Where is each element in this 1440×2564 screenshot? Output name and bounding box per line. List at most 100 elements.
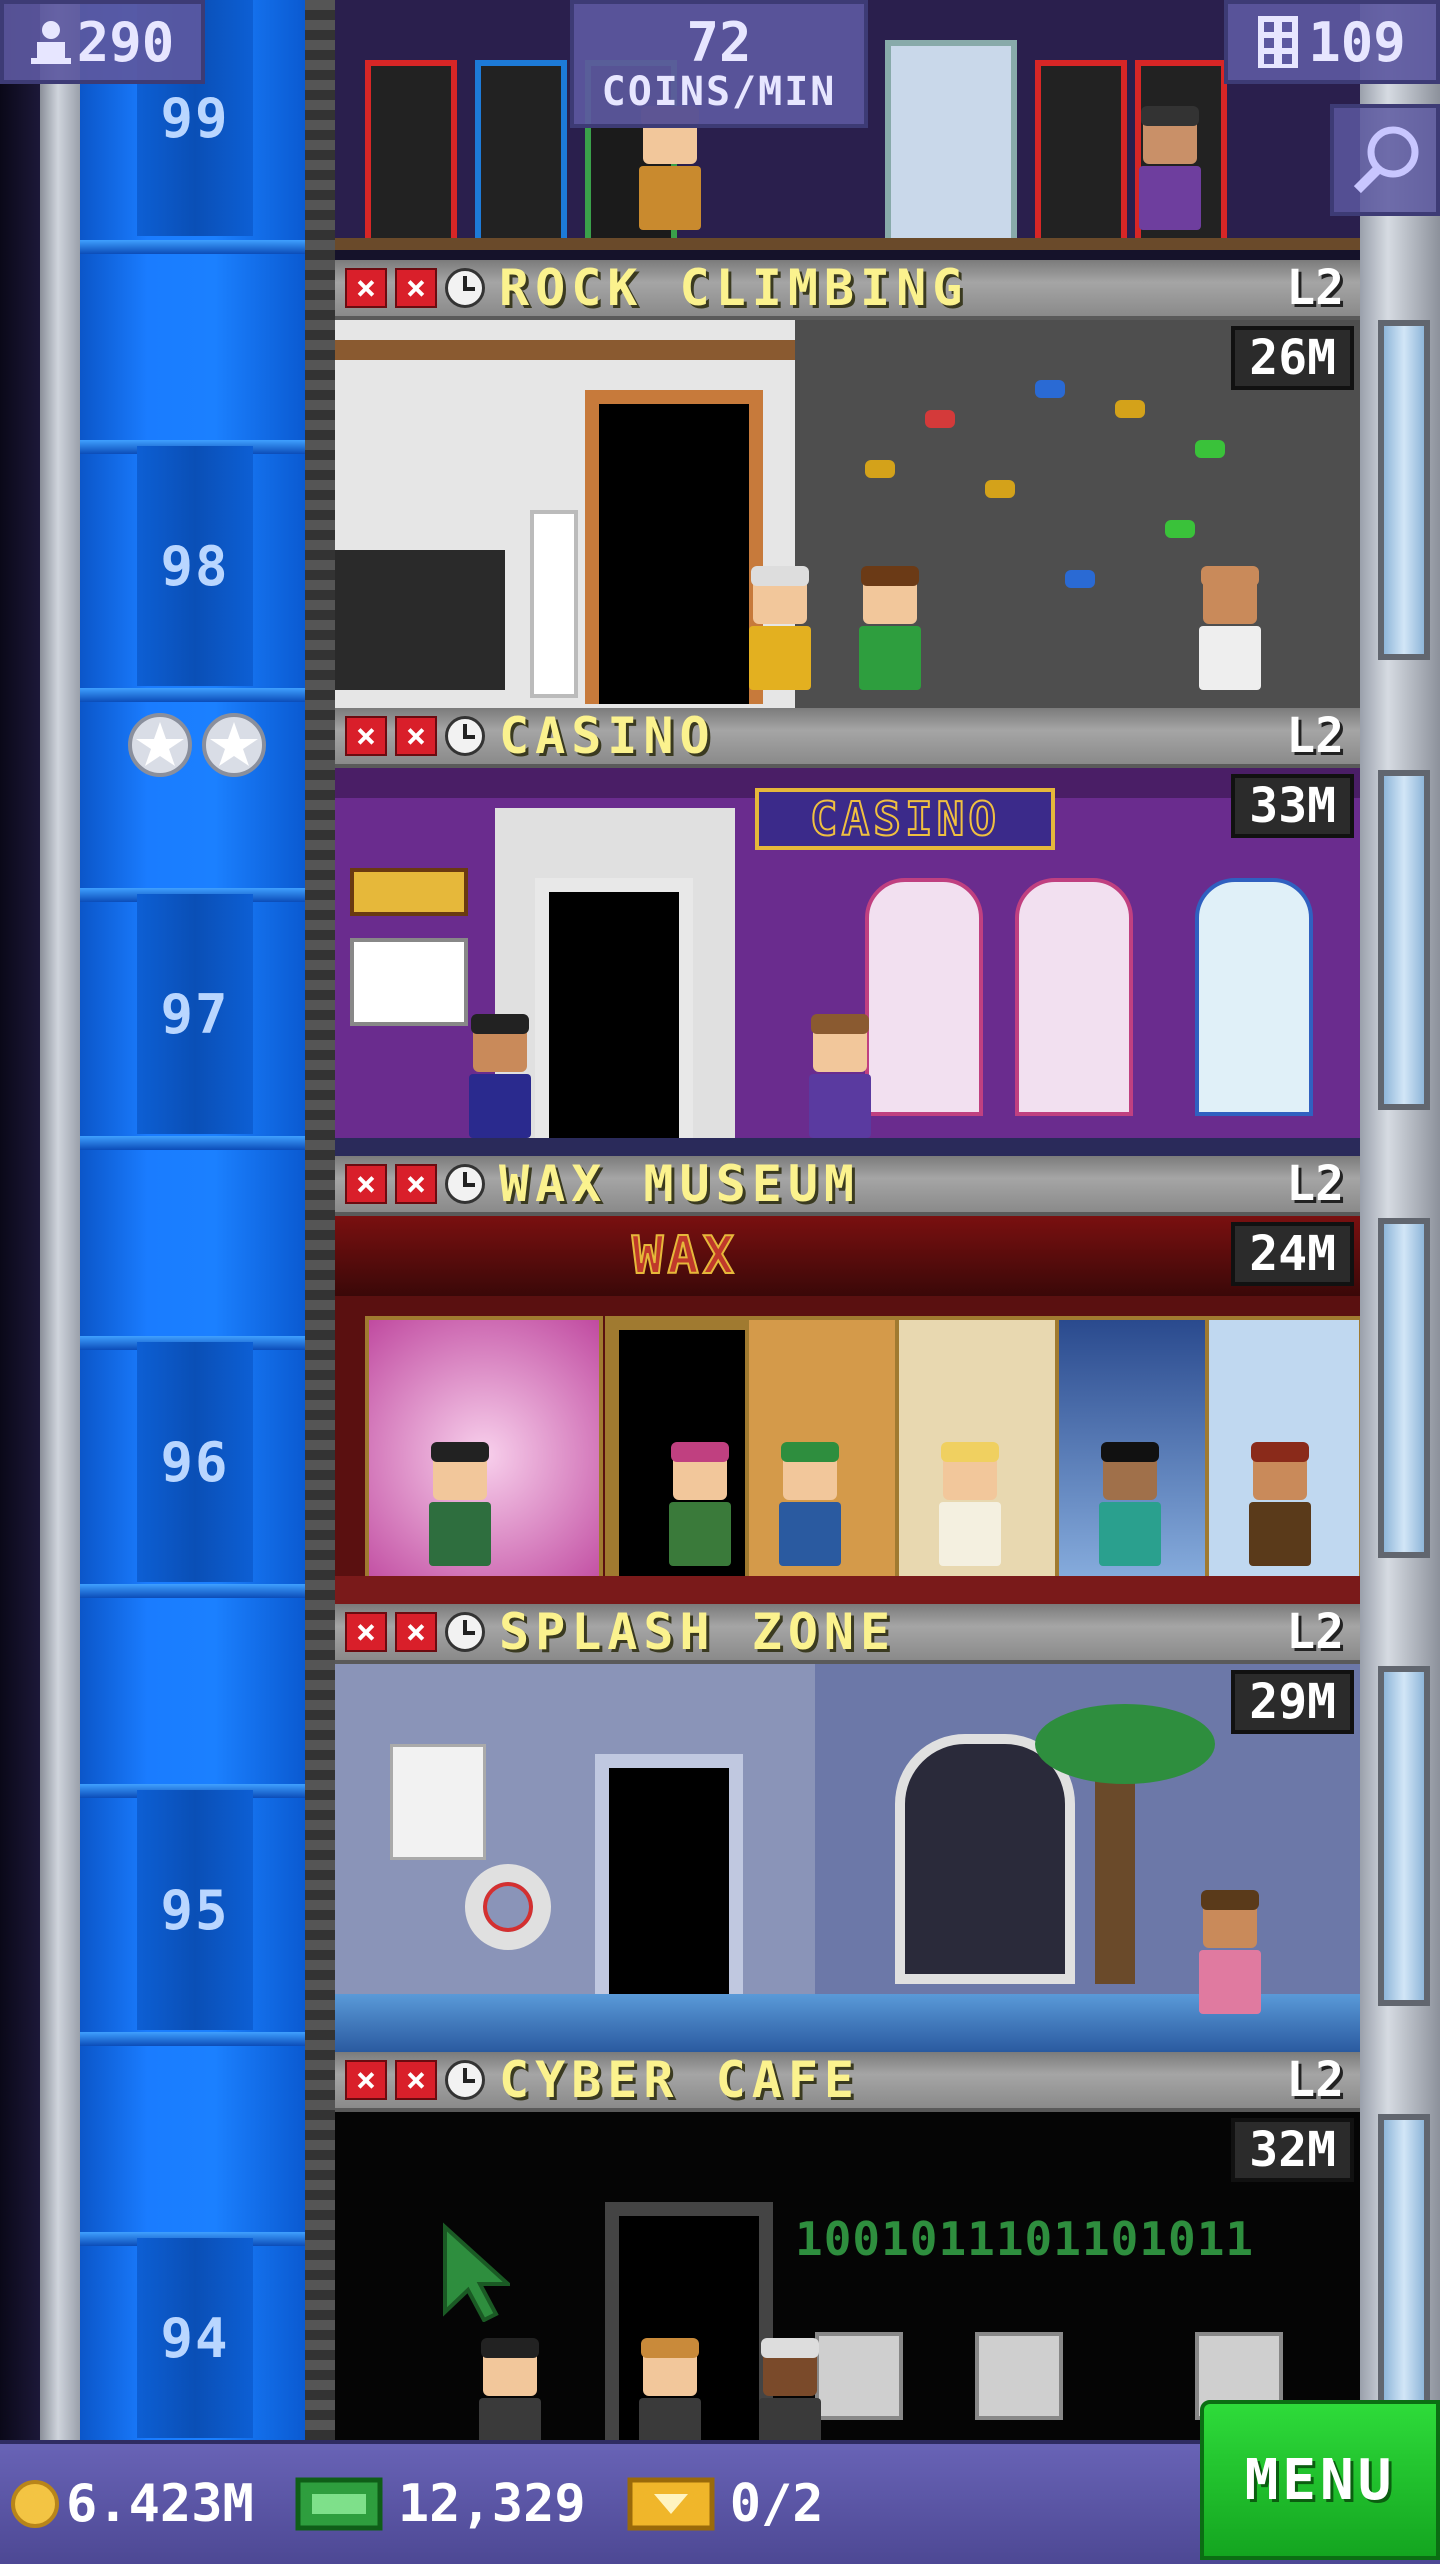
floor-name: WAX MUSEUM xyxy=(499,1155,861,1213)
floor-header: × × CASINO L2 xyxy=(335,707,1360,768)
tickets-value[interactable]: 0/2 xyxy=(730,2474,824,2534)
floor-splash-zone[interactable]: × × SPLASH ZONE L2 29M xyxy=(335,1603,1360,2052)
coin-icon xyxy=(11,2480,59,2528)
stock-empty-x-icon: × xyxy=(345,1164,387,1204)
bitizen[interactable] xyxy=(805,1014,875,1138)
floors-value: 109 xyxy=(1308,10,1406,74)
floor-header: × × SPLASH ZONE L2 xyxy=(335,1603,1360,1664)
bitizen[interactable] xyxy=(635,2338,705,2440)
stock-empty-x-icon: × xyxy=(345,2060,387,2100)
arcade-machine xyxy=(475,60,567,250)
floor-number-97: 97 xyxy=(137,894,253,1134)
bitizen[interactable] xyxy=(1195,566,1265,690)
shaft-band xyxy=(80,240,305,254)
floor-number-98: 98 xyxy=(137,446,253,686)
space-background xyxy=(0,0,40,2440)
floor-number-94: 94 xyxy=(137,2238,253,2438)
floor-scene: WAX xyxy=(335,1216,1360,1604)
population-counter[interactable]: 290 xyxy=(0,0,205,84)
bitizen[interactable] xyxy=(755,2338,825,2440)
arcade-machine xyxy=(365,60,457,250)
floor-number-96: 96 xyxy=(137,1342,253,1582)
floor-scene: CASINO xyxy=(335,768,1360,1156)
casino-sign: CASINO xyxy=(755,788,1055,850)
bitizen[interactable] xyxy=(665,1442,735,1566)
bitizen[interactable] xyxy=(1135,106,1205,230)
floor-casino[interactable]: × × CASINO L2 33M CASINO xyxy=(335,707,1360,1156)
floor-level: L2 xyxy=(1286,708,1344,764)
stock-empty-x-icon: × xyxy=(395,1612,437,1652)
claw-machine xyxy=(885,40,1017,250)
floor-earnings-badge: 26M xyxy=(1231,326,1354,390)
life-ring-icon xyxy=(465,1864,551,1950)
stock-empty-x-icon: × xyxy=(395,2060,437,2100)
shaft-band xyxy=(80,1136,305,1150)
binary-display: 1001011101101011 xyxy=(795,2212,1255,2266)
shaft-rail xyxy=(305,0,335,2440)
floor-cyber-cafe[interactable]: × × CYBER CAFE L2 32M 1001011101101011 xyxy=(335,2051,1360,2440)
building-window xyxy=(1378,320,1430,660)
bux-value[interactable]: 12,329 xyxy=(398,2474,586,2534)
restock-clock-icon xyxy=(445,268,485,308)
reception-desk xyxy=(335,550,505,690)
ticket-icon xyxy=(627,2477,715,2531)
water-cooler xyxy=(530,510,578,698)
bitizen[interactable] xyxy=(465,1014,535,1138)
floor-name: CASINO xyxy=(499,707,716,765)
search-button[interactable] xyxy=(1330,104,1440,216)
floor-window xyxy=(895,1734,1075,1984)
stock-status: × × xyxy=(345,1164,499,1204)
floor-earnings-badge: 29M xyxy=(1231,1670,1354,1734)
shaft-band xyxy=(80,1584,305,1598)
elevator-shaft[interactable] xyxy=(80,0,305,2440)
bitizen[interactable] xyxy=(745,566,815,690)
coins-rate-value: 72 xyxy=(686,10,752,74)
computer xyxy=(815,2332,903,2420)
coins-rate-panel[interactable]: 72 COINS/MIN xyxy=(570,0,868,128)
shaft-band xyxy=(80,688,305,702)
floor-level: L2 xyxy=(1286,1156,1344,1212)
stock-empty-x-icon: × xyxy=(345,268,387,308)
bux-icon xyxy=(295,2477,383,2531)
floor-wax-museum[interactable]: × × WAX MUSEUM L2 24M WAX xyxy=(335,1155,1360,1604)
floor-level: L2 xyxy=(1286,260,1344,316)
menu-button[interactable]: MENU xyxy=(1200,2400,1440,2560)
floor-door xyxy=(585,390,763,704)
population-value: 290 xyxy=(76,10,175,74)
bitizen[interactable] xyxy=(635,106,705,230)
wax-figure xyxy=(425,1442,495,1566)
tower-left-frame xyxy=(40,0,80,2440)
floor-scene xyxy=(335,320,1360,708)
floor-rock-climbing[interactable]: × × ROCK CLIMBING L2 26M xyxy=(335,259,1360,708)
floor-scene: 1001011101101011 xyxy=(335,2112,1360,2440)
stock-status: × × xyxy=(345,2060,499,2100)
coins-value[interactable]: 6.423M xyxy=(66,2474,254,2534)
computer xyxy=(975,2332,1063,2420)
wax-figure xyxy=(935,1442,1005,1566)
floor-header: × × CYBER CAFE L2 xyxy=(335,2051,1360,2112)
cursor-icon xyxy=(443,2222,510,2322)
bitizen[interactable] xyxy=(855,566,925,690)
shaft-band xyxy=(80,2032,305,2046)
bitizen[interactable] xyxy=(1195,1890,1265,2014)
building-icon xyxy=(1258,16,1299,68)
arcade-machine xyxy=(1035,60,1127,250)
slot-machine xyxy=(1015,878,1133,1116)
bitizen[interactable] xyxy=(475,2338,545,2440)
vip-stars-icon[interactable] xyxy=(128,712,268,778)
wax-figure xyxy=(1095,1442,1165,1566)
stock-status: × × xyxy=(345,716,499,756)
floors-counter[interactable]: 109 xyxy=(1224,0,1440,84)
restock-clock-icon xyxy=(445,716,485,756)
building-window xyxy=(1378,1666,1430,2006)
stock-empty-x-icon: × xyxy=(395,1164,437,1204)
slot-machine xyxy=(1195,878,1313,1116)
bitizen[interactable] xyxy=(775,1442,845,1566)
floor-number-95: 95 xyxy=(137,1790,253,2030)
restock-clock-icon xyxy=(445,1612,485,1652)
floor-header: × × WAX MUSEUM L2 xyxy=(335,1155,1360,1216)
building-window xyxy=(1378,770,1430,1110)
stock-empty-x-icon: × xyxy=(395,716,437,756)
stock-status: × × xyxy=(345,1612,499,1652)
coins-rate-unit: COINS/MIN xyxy=(601,69,837,116)
